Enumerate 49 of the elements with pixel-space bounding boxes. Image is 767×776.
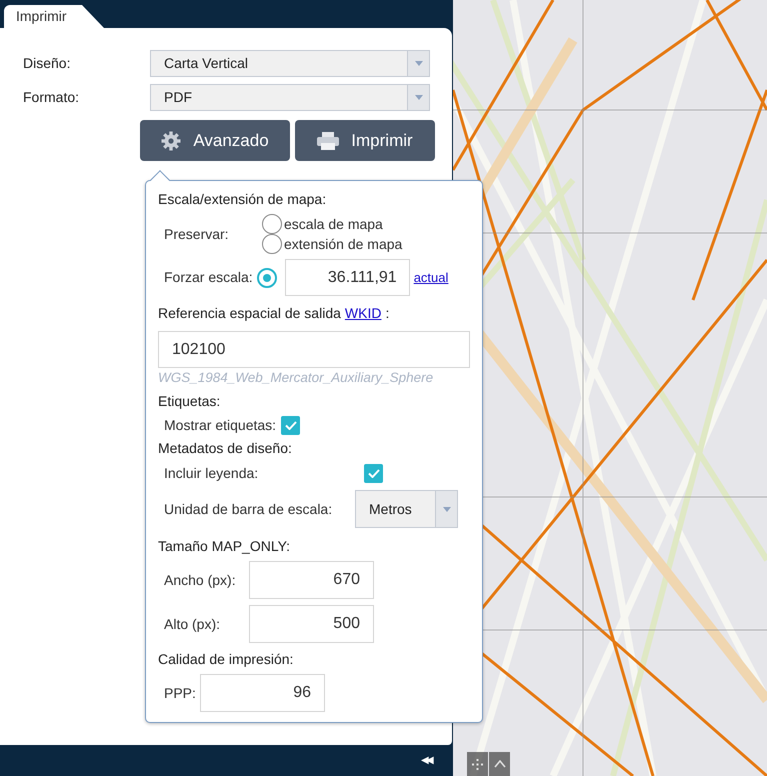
radio-button[interactable] [262, 214, 282, 234]
checkbox-label: Mostrar etiquetas: [164, 416, 276, 435]
collapse-button[interactable]: ◀◀ [421, 753, 431, 768]
printer-icon [317, 132, 340, 150]
section-heading: Escala/extensión de mapa: [158, 190, 328, 208]
map-control-button[interactable] [467, 752, 488, 776]
section-heading: Tamaño MAP_ONLY: [158, 537, 292, 555]
dropdown-caret-icon [414, 61, 422, 66]
field-label: Forzar escala: [164, 268, 253, 287]
colon-text: : [385, 304, 390, 323]
map-control-button[interactable] [489, 752, 510, 776]
section-heading: Metadatos de diseño: [158, 439, 293, 457]
dropdown-caret-icon [442, 506, 450, 512]
section-heading: Calidad de impresión: [158, 650, 294, 668]
unit-select[interactable]: Metros [355, 490, 458, 528]
section-heading: Referencia espacial de salida [158, 304, 341, 323]
print-button[interactable]: Imprimir [295, 120, 435, 161]
checkbox-label: Incluir leyenda: [164, 464, 260, 483]
field-label: Preservar: [164, 224, 230, 244]
advanced-button[interactable]: Avanzado [140, 120, 290, 161]
section-heading: Etiquetas: [158, 392, 222, 410]
field-label: Alto (px): [164, 614, 222, 634]
tab[interactable]: Imprimir [4, 5, 104, 28]
number-input[interactable]: 670 [249, 561, 374, 599]
scale-input[interactable]: 36.111,91 [284, 259, 410, 296]
projection-name: WGS_1984_Web_Mercator_Auxiliary_Sphere [158, 369, 434, 387]
radio-button[interactable] [262, 234, 282, 254]
number-input[interactable]: 500 [249, 605, 374, 643]
option-label: escala de mapa [284, 215, 383, 233]
field-label: Ancho (px): [164, 570, 237, 590]
crosshair-icon [472, 758, 483, 770]
checkmark-icon [368, 469, 380, 478]
field-label: Unidad de barra de escala: [164, 500, 334, 518]
current-scale-link[interactable]: actual [414, 268, 448, 288]
checkbox[interactable] [364, 464, 383, 483]
chevron-up-icon [494, 760, 506, 768]
radio-button[interactable] [256, 268, 277, 288]
wkid-link[interactable]: WKID [344, 303, 382, 324]
dropdown-caret-icon [414, 95, 422, 100]
number-input[interactable]: 96 [200, 674, 325, 712]
select-field[interactable]: Carta Vertical [150, 50, 430, 77]
field-label: Diseño: [23, 54, 72, 73]
select-field[interactable]: PDF [150, 84, 430, 111]
field-label: PPP: [164, 684, 197, 702]
wkid-input[interactable]: 102100 [158, 331, 470, 368]
checkmark-icon [284, 421, 297, 430]
checkbox[interactable] [281, 416, 300, 435]
field-label: Formato: [23, 88, 80, 107]
option-label: extensión de mapa [284, 235, 402, 253]
